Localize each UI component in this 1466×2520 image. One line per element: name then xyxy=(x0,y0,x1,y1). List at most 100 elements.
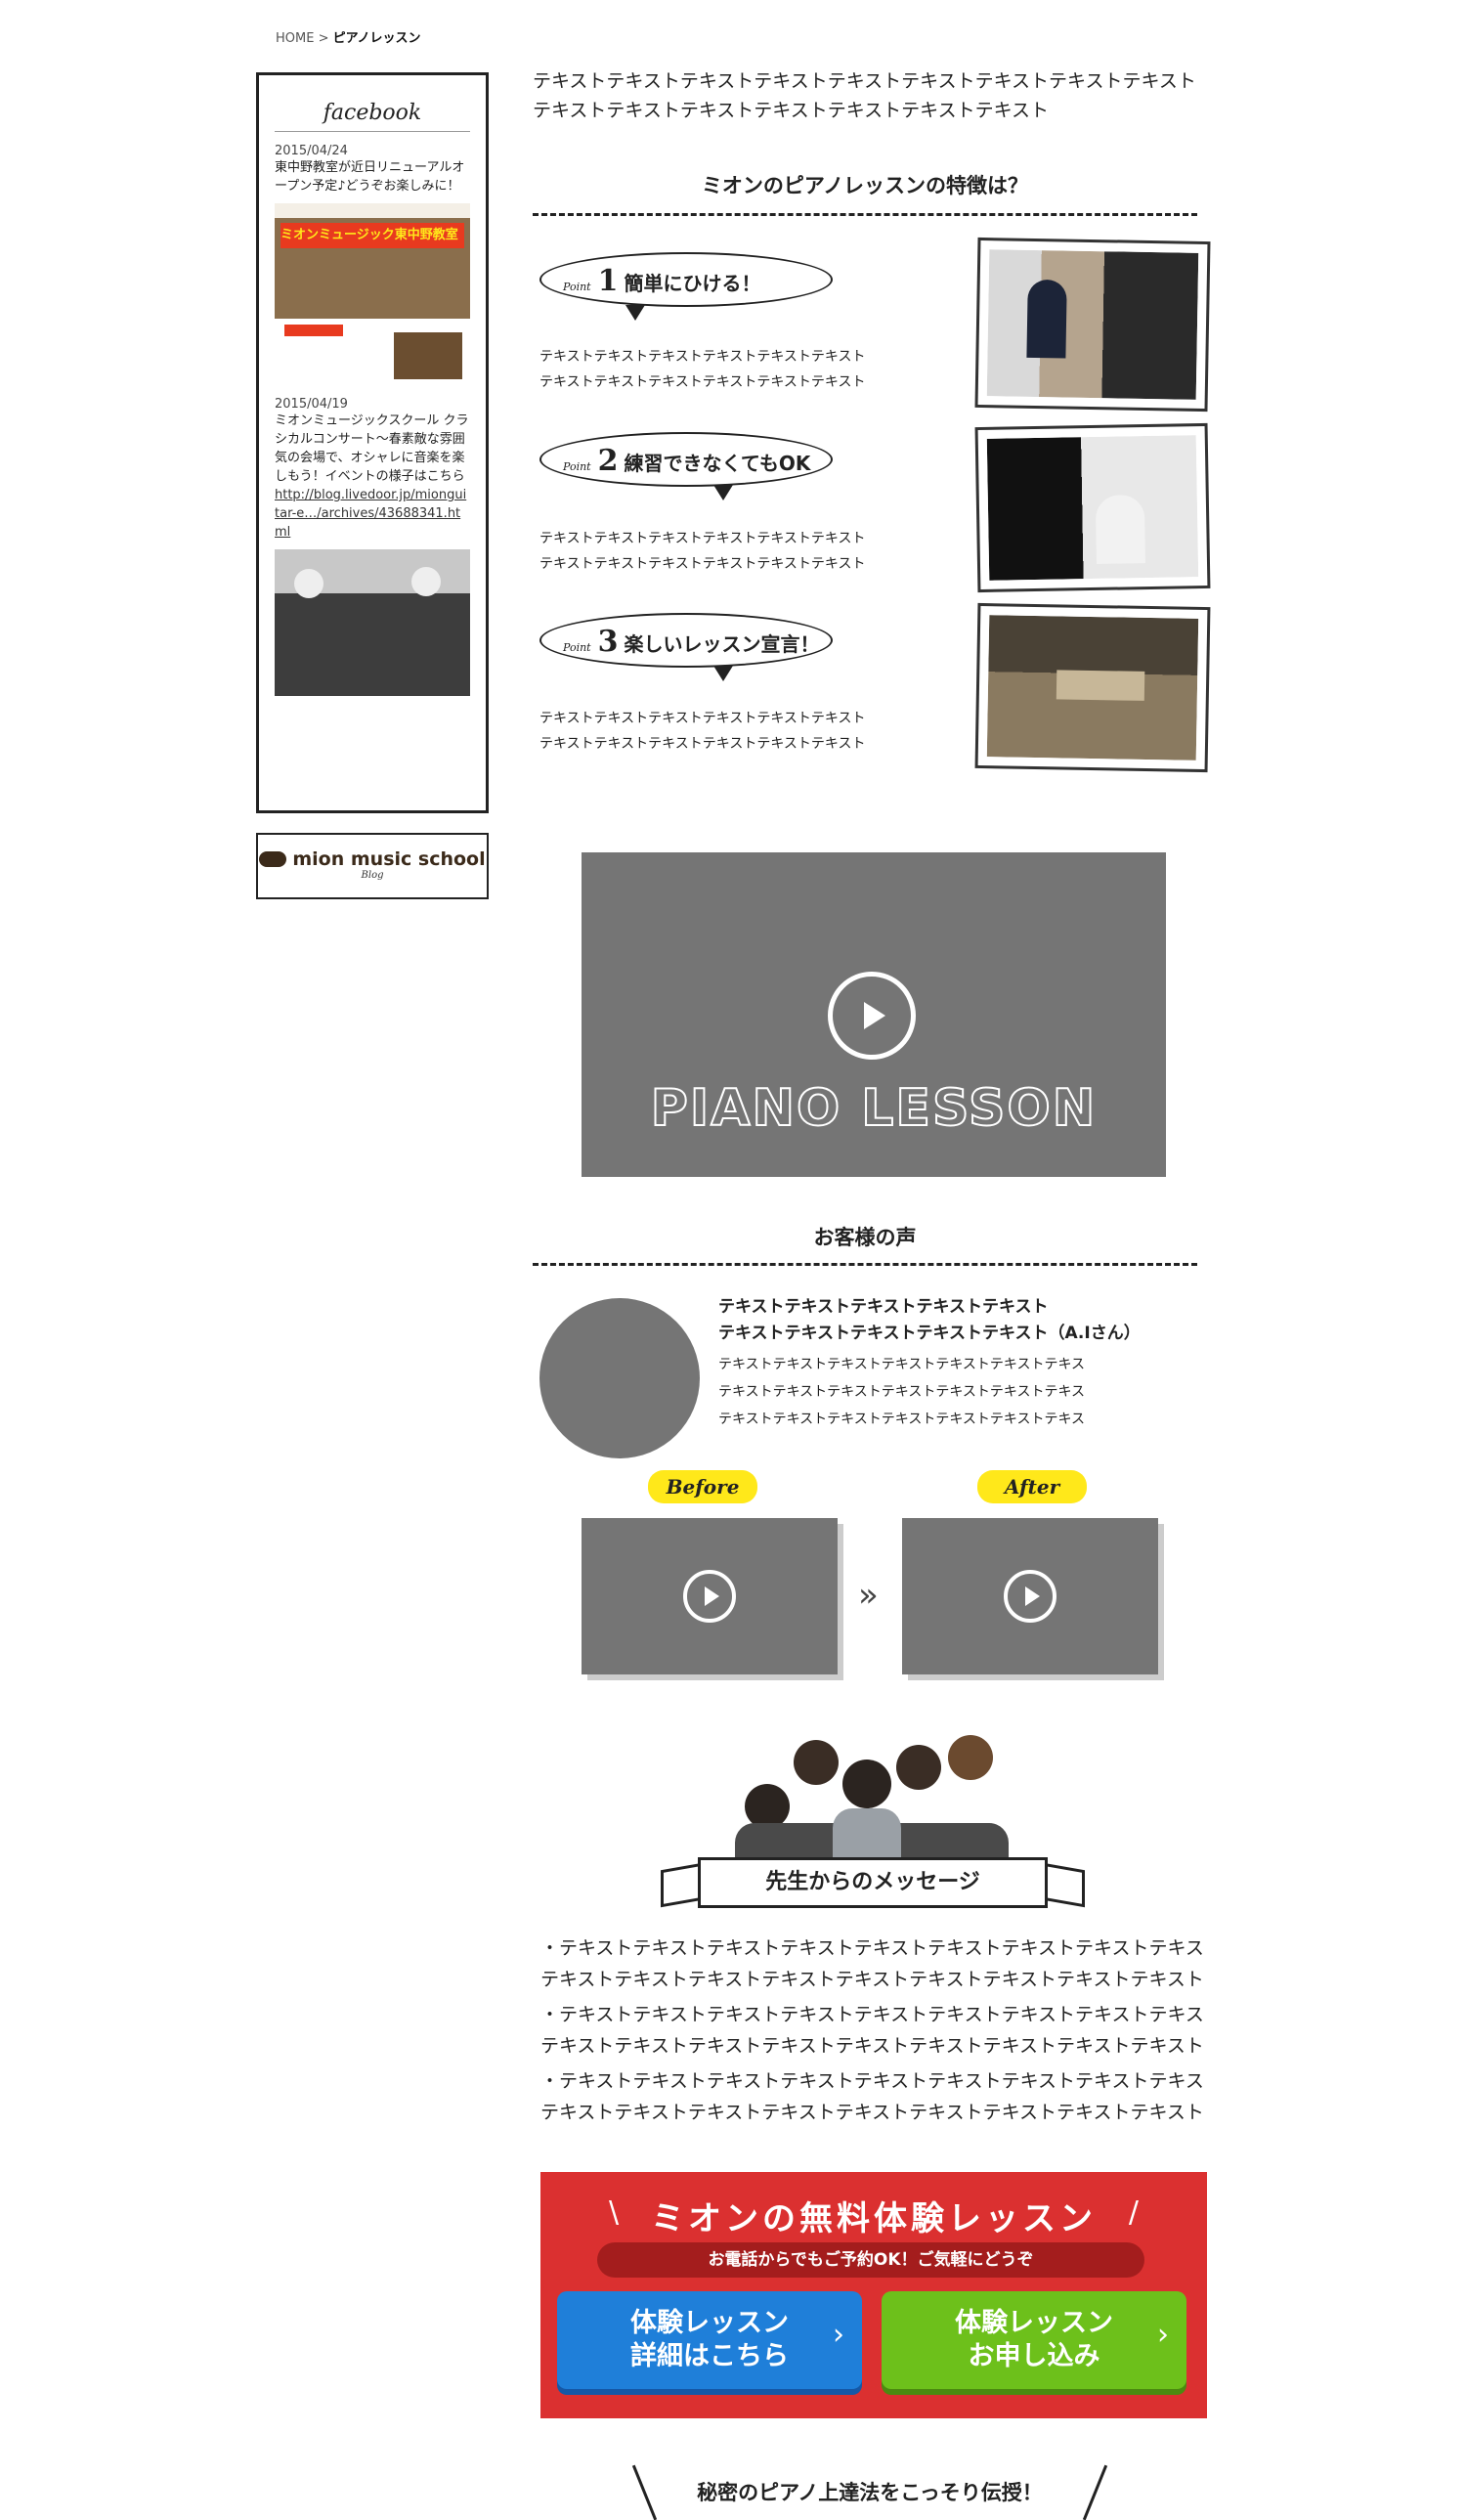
breadcrumb: HOME > ピアノレッスン xyxy=(276,27,420,46)
voices-heading: お客様の声 xyxy=(813,1226,917,1249)
post-date: 2015/04/19 xyxy=(275,397,348,412)
point-2-text: テキストテキストテキストテキストテキストテキスト テキストテキストテキストテキス… xyxy=(539,526,950,577)
news-tag-shape xyxy=(284,325,343,336)
banner-subtitle: お電話からでもご予約OK！ご気軽にどうぞ xyxy=(597,2242,1144,2278)
features-heading: ミオンのピアノレッスンの特徴は？ xyxy=(701,174,1029,197)
child-shape xyxy=(1095,495,1145,564)
voice-text-line: テキストテキストテキストテキストテキストテキストテキス xyxy=(718,1412,1086,1427)
button-line: 体験レッスン xyxy=(630,2308,789,2338)
point-3-text: テキストテキストテキストテキストテキストテキスト テキストテキストテキストテキス… xyxy=(539,706,950,757)
stage-light-shape xyxy=(411,567,441,596)
teacher-head xyxy=(896,1745,941,1790)
point-title: 簡単にひける！ xyxy=(624,272,761,295)
point-text-line: テキストテキストテキストテキストテキストテキスト xyxy=(539,374,866,390)
breadcrumb-home[interactable]: HOME xyxy=(276,31,314,46)
play-icon[interactable] xyxy=(828,972,916,1060)
blog-logo: mion music school xyxy=(258,848,487,870)
banner-title: ミオンの無料体験レッスン xyxy=(651,2199,1097,2238)
point-text-line: テキストテキストテキストテキストテキストテキスト xyxy=(539,349,866,365)
play-icon[interactable] xyxy=(1004,1570,1056,1623)
button-line: 体験レッスン xyxy=(955,2308,1113,2338)
point-text-line: テキストテキストテキストテキストテキストテキスト xyxy=(539,736,866,752)
point-label: Point xyxy=(563,281,591,293)
after-tag: After xyxy=(977,1470,1087,1503)
message-line: テキストテキストテキストテキストテキストテキストテキストテキストテキスト xyxy=(540,1969,1204,1990)
intro-text: テキストテキストテキストテキストテキストテキストテキストテキストテキストテキスト… xyxy=(533,70,1196,121)
point-number: 1 xyxy=(597,264,619,298)
facebook-divider xyxy=(275,131,470,132)
point-1-photo xyxy=(983,246,1202,403)
point-3-photo xyxy=(983,612,1202,763)
voice-heading-line: テキストテキストテキストテキストテキスト xyxy=(718,1297,1049,1317)
message-line: ・テキストテキストテキストテキストテキストテキストテキストテキストテキス xyxy=(540,1937,1204,1959)
point-1-text: テキストテキストテキストテキストテキストテキスト テキストテキストテキストテキス… xyxy=(539,344,950,395)
trial-details-button[interactable]: 体験レッスン 詳細はこちら › xyxy=(557,2291,862,2389)
point-3-bubble: Point 3 楽しいレッスン宣言！ xyxy=(539,613,833,668)
voice-text-line: テキストテキストテキストテキストテキストテキストテキス xyxy=(718,1384,1086,1400)
play-triangle xyxy=(705,1586,719,1606)
facebook-title: facebook xyxy=(323,101,422,125)
blog-link[interactable]: mion music school Blog xyxy=(256,833,489,899)
teacher-head xyxy=(794,1740,839,1785)
post-text[interactable]: ミオンミュージックスクール クラシカルコンサート〜春素敵な雰囲気の会場で、オシャ… xyxy=(275,412,470,486)
table-shape xyxy=(1056,670,1145,701)
point-number: 3 xyxy=(597,625,619,659)
person-shape xyxy=(1026,279,1067,359)
blog-logo-text: mion music school xyxy=(292,848,486,870)
point-title: 楽しいレッスン宣言！ xyxy=(624,632,820,656)
voice-heading-line: テキストテキストテキストテキストテキスト（A.Iさん） xyxy=(718,1324,1141,1343)
teacher-heading: 先生からのメッセージ xyxy=(698,1857,1048,1908)
point-label: Point xyxy=(563,641,591,654)
cafe-photo xyxy=(394,332,462,379)
mion-logo-icon xyxy=(259,851,287,867)
message-line: ・テキストテキストテキストテキストテキストテキストテキストテキストテキス xyxy=(540,2004,1204,2025)
point-1-bubble: Point 1 簡単にひける！ xyxy=(539,252,833,307)
post-date: 2015/04/24 xyxy=(275,144,348,158)
teacher-head xyxy=(842,1760,891,1808)
post-image-renewal[interactable]: ミオンミュージック東中野教室 リニューアルオープン♪ xyxy=(275,203,470,389)
message-line: ・テキストテキストテキストテキストテキストテキストテキストテキストテキス xyxy=(540,2070,1204,2092)
button-line: 詳細はこちら xyxy=(630,2341,789,2371)
teachers-photo xyxy=(725,1730,1018,1877)
point-label: Point xyxy=(563,460,591,473)
point-text-line: テキストテキストテキストテキストテキストテキスト xyxy=(539,556,866,572)
arrow-icon: » xyxy=(858,1576,879,1615)
point-2-bubble: Point 2 練習できなくてもOK xyxy=(539,432,833,487)
trial-apply-button[interactable]: 体験レッスン お申し込み › xyxy=(882,2291,1186,2389)
secret-heading: 秘密のピアノ上達法をこっそり伝授！ xyxy=(697,2481,1043,2504)
secret-section: 秘密のピアノ上達法をこっそり伝授！ xyxy=(625,2463,1114,2520)
point-text-line: テキストテキストテキストテキストテキストテキスト xyxy=(539,531,866,546)
voices-divider xyxy=(533,1263,1197,1266)
button-line: お申し込み xyxy=(968,2341,1100,2371)
teacher-messages: ・テキストテキストテキストテキストテキストテキストテキストテキストテキス テキス… xyxy=(540,1933,1215,2128)
post-image-concert[interactable] xyxy=(275,549,470,696)
post-image-caption: ミオンミュージック東中野教室 リニューアルオープン♪ xyxy=(280,223,464,248)
point-number: 2 xyxy=(597,444,619,478)
before-tag: Before xyxy=(648,1470,757,1503)
message-line: テキストテキストテキストテキストテキストテキストテキストテキストテキスト xyxy=(540,2035,1204,2057)
features-divider xyxy=(533,213,1197,216)
breadcrumb-separator: > xyxy=(318,31,329,46)
chevron-right-icon: › xyxy=(833,2318,844,2352)
piano-lesson-video[interactable]: PIANO LESSON xyxy=(582,852,1166,1177)
play-triangle xyxy=(1025,1586,1040,1606)
before-video[interactable] xyxy=(582,1518,838,1674)
voice-text-line: テキストテキストテキストテキストテキストテキストテキス xyxy=(718,1357,1086,1372)
play-triangle xyxy=(864,1002,885,1029)
play-icon[interactable] xyxy=(683,1570,736,1623)
message-line: テキストテキストテキストテキストテキストテキストテキストテキストテキスト xyxy=(540,2102,1204,2123)
free-trial-banner: \ / ミオンの無料体験レッスン お電話からでもご予約OK！ご気軽にどうぞ 体験… xyxy=(540,2172,1207,2418)
point-2-photo xyxy=(983,432,1202,584)
teacher-head xyxy=(948,1735,993,1780)
stage-light-shape xyxy=(294,569,323,598)
voice-content: テキストテキストテキストテキストテキスト テキストテキストテキストテキストテキス… xyxy=(718,1294,1207,1433)
bubble-tail xyxy=(625,305,645,321)
chevron-right-icon: › xyxy=(1157,2318,1169,2352)
point-title: 練習できなくてもOK xyxy=(624,452,811,475)
teacher-ribbon: 先生からのメッセージ xyxy=(661,1857,1085,1912)
post-text[interactable]: 東中野教室が近日リニューアルオープン予定♪どうぞお楽しみに！ xyxy=(275,158,470,196)
after-video[interactable] xyxy=(902,1518,1158,1674)
bubble-tail xyxy=(713,485,733,500)
post-link[interactable]: http://blog.livedoor.jp/mionguitar-e…/ar… xyxy=(275,486,470,542)
point-text-line: テキストテキストテキストテキストテキストテキスト xyxy=(539,711,866,726)
